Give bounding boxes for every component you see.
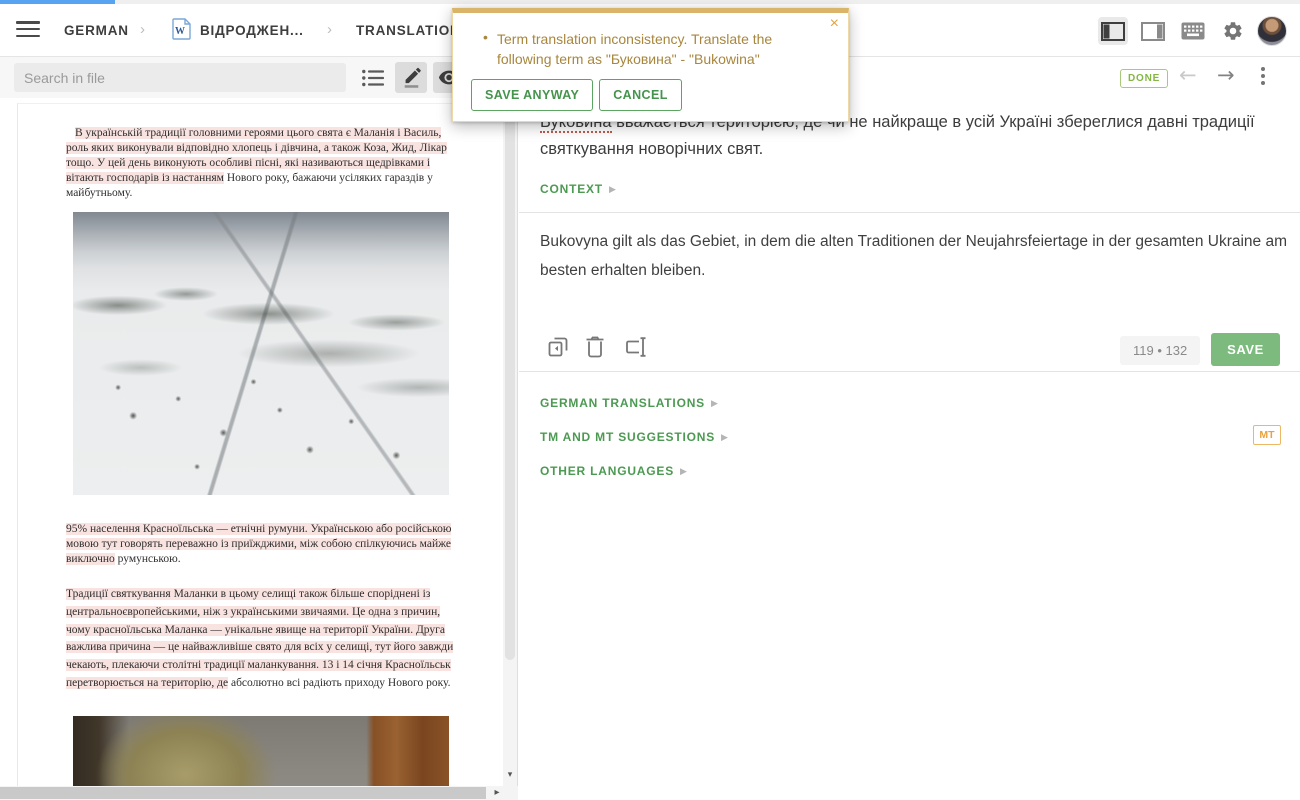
bullet-icon: • <box>483 29 488 45</box>
paragraph-tail: абсолютно всі радіють приходу Нового рок… <box>228 677 450 689</box>
section-tm-mt-suggestions[interactable]: TM AND MT SUGGESTIONS▶ <box>540 428 728 446</box>
popup-actions: SAVE ANYWAY CANCEL <box>471 79 682 111</box>
horizontal-scrollbar[interactable]: ▸ <box>0 786 518 800</box>
collapsed-triangle-icon: ▶ <box>680 467 687 477</box>
doc-paragraph[interactable]: 95% населення Красноїльська — етнічні ру… <box>66 522 452 567</box>
aerial-winter-village-photo <box>73 212 449 495</box>
strings-list-icon[interactable] <box>357 62 389 93</box>
section-other-languages[interactable]: OTHER LANGUAGES▶ <box>540 462 687 480</box>
document-page[interactable]: В українській традиції головними героями… <box>17 103 503 787</box>
collapsed-triangle-icon: ▶ <box>721 433 728 443</box>
hay-barn-interior-photo <box>73 716 449 787</box>
translation-panel: DONE ← → Буковина вважається територією,… <box>519 57 1300 800</box>
chevron-right-icon: › <box>140 21 145 38</box>
warning-message: Term translation inconsistency. Translat… <box>497 29 819 69</box>
scroll-down-icon[interactable]: ▾ <box>503 770 517 780</box>
divider <box>519 212 1300 213</box>
paragraph-tail: румунською. <box>115 553 181 565</box>
divider <box>519 371 1300 372</box>
context-section-toggle[interactable]: CONTEXT ▶ <box>540 180 616 198</box>
scrollbar-thumb[interactable] <box>505 100 515 660</box>
progress-bar-fill <box>0 0 115 4</box>
breadcrumb-language[interactable]: GERMAN <box>64 23 129 38</box>
copy-source-icon[interactable] <box>546 335 570 359</box>
save-button[interactable]: SAVE <box>1211 333 1280 366</box>
menu-icon[interactable] <box>16 21 40 39</box>
word-file-icon: W <box>172 18 191 40</box>
mt-badge: MT <box>1253 425 1281 445</box>
document-preview-panel: В українській традиції головними героями… <box>0 57 518 800</box>
search-row <box>0 57 517 98</box>
scrollbar-thumb[interactable] <box>0 787 486 799</box>
avatar[interactable] <box>1257 16 1287 46</box>
delete-translation-icon[interactable] <box>585 335 609 359</box>
save-anyway-button[interactable]: SAVE ANYWAY <box>471 79 593 111</box>
edit-mode-icon[interactable] <box>395 62 427 93</box>
app-root: GERMAN › W ВІДРОДЖЕН... › TRANSLATION <box>0 0 1300 800</box>
cancel-button[interactable]: CANCEL <box>599 79 681 111</box>
scroll-right-icon[interactable]: ▸ <box>489 786 505 800</box>
next-string-icon[interactable]: → <box>1217 63 1235 87</box>
chevron-right-icon: › <box>327 21 332 38</box>
vertical-scrollbar[interactable]: ▾ <box>503 98 517 786</box>
close-icon[interactable]: × <box>830 16 839 32</box>
doc-paragraph[interactable]: В українській традиції головними героями… <box>66 126 452 201</box>
keyboard-shortcuts-icon[interactable] <box>1178 17 1208 45</box>
breadcrumb-view[interactable]: TRANSLATION <box>356 23 461 38</box>
gear-icon[interactable] <box>1218 17 1248 45</box>
context-label[interactable]: CONTEXT <box>540 182 603 196</box>
section-german-translations[interactable]: GERMAN TRANSLATIONS▶ <box>540 394 718 412</box>
breadcrumb-file[interactable]: ВІДРОДЖЕН... <box>200 23 304 38</box>
collapsed-triangle-icon: ▶ <box>711 399 718 409</box>
char-counter: 119 • 132 <box>1120 336 1200 365</box>
previous-string-icon[interactable]: ← <box>1179 63 1197 87</box>
layout-side-by-side-button[interactable] <box>1098 17 1128 45</box>
term-inconsistency-popup: × • Term translation inconsistency. Tran… <box>452 8 849 122</box>
clear-text-icon[interactable] <box>624 335 648 359</box>
svg-text:W: W <box>175 26 185 37</box>
progress-bar-track <box>0 0 1300 4</box>
doc-paragraph[interactable]: Традиції святкування Маланки в цьому сел… <box>66 586 458 693</box>
layout-right-panel-button[interactable] <box>1138 17 1168 45</box>
status-badge: DONE <box>1120 69 1168 88</box>
highlighted-text: Традиції святкування Маланки в цьому сел… <box>66 588 453 689</box>
overflow-menu-icon[interactable] <box>1261 67 1265 88</box>
collapsed-triangle-icon: ▶ <box>609 185 616 195</box>
search-input[interactable] <box>14 63 346 92</box>
translation-input[interactable]: Bukovyna gilt als das Gebiet, in dem die… <box>540 227 1296 327</box>
